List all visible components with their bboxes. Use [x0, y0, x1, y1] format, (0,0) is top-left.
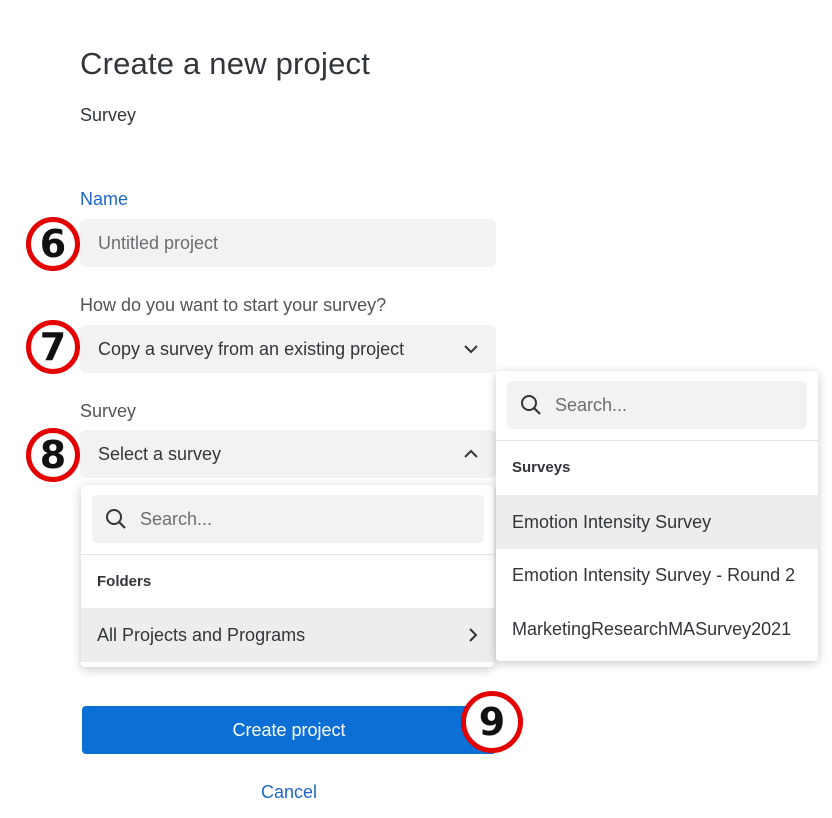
- start-method-value: Copy a survey from an existing project: [98, 338, 405, 359]
- divider: [81, 554, 494, 555]
- chevron-down-icon: [464, 345, 478, 354]
- folders-dropdown: Search... Folders All Projects and Progr…: [81, 485, 494, 667]
- surveys-search-input[interactable]: Search...: [507, 381, 807, 429]
- folders-search-input[interactable]: Search...: [92, 495, 484, 543]
- divider: [496, 440, 818, 441]
- folder-item-label: All Projects and Programs: [97, 624, 306, 645]
- folder-item-all-projects[interactable]: All Projects and Programs: [81, 608, 494, 662]
- chevron-up-icon: [464, 449, 478, 458]
- survey-item-label: Emotion Intensity Survey - Round 2: [512, 564, 796, 585]
- survey-item[interactable]: Emotion Intensity Survey - Round 2: [496, 548, 818, 602]
- folders-search-placeholder: Search...: [140, 508, 213, 529]
- page-title: Create a new project: [80, 46, 371, 81]
- create-project-button[interactable]: Create project: [82, 706, 496, 754]
- survey-field-label: Survey: [80, 401, 137, 421]
- survey-item-label: MarketingResearchMASurvey2021: [512, 618, 792, 639]
- folders-section-label: Folders: [97, 573, 152, 590]
- project-name-placeholder: Untitled project: [98, 232, 219, 253]
- step-badge: 8: [26, 428, 80, 482]
- project-name-input[interactable]: Untitled project: [80, 219, 496, 267]
- cancel-button[interactable]: Cancel: [82, 782, 496, 803]
- step-badge: 7: [26, 320, 80, 374]
- start-method-select[interactable]: Copy a survey from an existing project: [80, 325, 496, 373]
- start-method-label: How do you want to start your survey?: [80, 295, 387, 315]
- name-field-label: Name: [80, 189, 129, 209]
- survey-item[interactable]: Emotion Intensity Survey: [496, 495, 818, 549]
- search-icon: [521, 395, 541, 415]
- search-icon: [106, 509, 126, 529]
- step-badge: 9: [461, 691, 523, 753]
- survey-select-value: Select a survey: [98, 443, 222, 464]
- surveys-section-label: Surveys: [512, 459, 571, 476]
- project-type-label: Survey: [80, 105, 137, 125]
- survey-select[interactable]: Select a survey: [80, 430, 496, 478]
- surveys-search-placeholder: Search...: [555, 394, 628, 415]
- chevron-right-icon: [469, 628, 478, 642]
- survey-item-label: Emotion Intensity Survey: [512, 511, 712, 532]
- survey-item[interactable]: MarketingResearchMASurvey2021: [496, 602, 818, 656]
- surveys-dropdown: Search... Surveys Emotion Intensity Surv…: [496, 371, 818, 661]
- step-badge: 6: [26, 217, 80, 271]
